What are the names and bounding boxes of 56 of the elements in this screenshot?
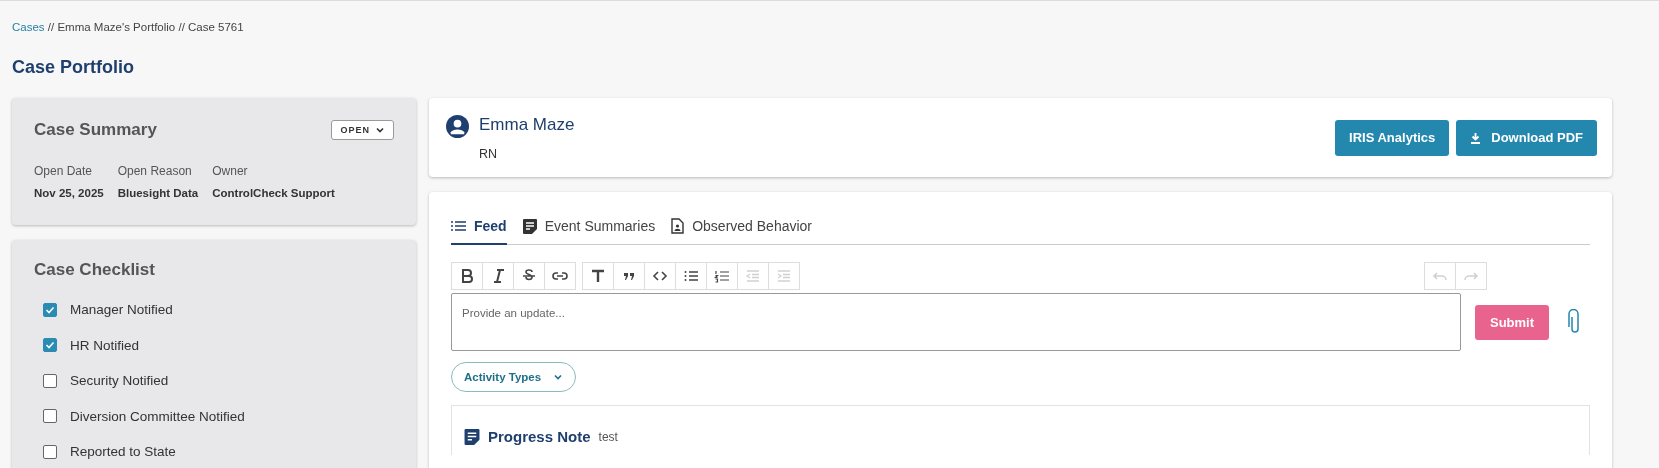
checkbox-label: HR Notified (70, 337, 140, 353)
field-label: Open Reason (117, 164, 193, 178)
analytics-button[interactable]: IRIS Analytics (1335, 119, 1450, 156)
breadcrumb: Cases // Emma Maze's Portfolio // Case 5761 (12, 21, 245, 33)
chevron-down-icon (375, 125, 385, 135)
status-dropdown[interactable]: OPEN (331, 120, 394, 140)
checkbox[interactable] (43, 373, 57, 388)
list-icon (451, 220, 466, 232)
note-icon (464, 428, 480, 445)
outdent-icon (744, 267, 762, 285)
card-title: Case Checklist (34, 260, 156, 280)
breadcrumb-link[interactable]: Cases (12, 21, 45, 33)
checkbox[interactable] (43, 444, 57, 459)
text-button[interactable] (582, 262, 614, 290)
field-label: Open Date (34, 164, 94, 178)
card-title: Case Summary (34, 120, 157, 140)
link-button[interactable] (544, 262, 576, 290)
checkbox[interactable] (43, 338, 57, 353)
entry-note: test (598, 429, 618, 444)
activity-types-dropdown[interactable]: Activity Types (451, 362, 577, 392)
italic-button[interactable] (482, 262, 514, 290)
note-icon (522, 218, 537, 234)
chevron-down-icon (553, 372, 564, 382)
tab[interactable]: Event Summaries (522, 218, 656, 245)
paperclip-icon[interactable] (1568, 309, 1582, 335)
field-value: Nov 25, 2025 (34, 187, 104, 199)
quote-button[interactable] (613, 262, 645, 290)
download-button[interactable]: Download PDF (1456, 119, 1597, 156)
bulleted-list-button[interactable] (675, 262, 707, 290)
checkbox-label: Diversion Committee Notified (70, 408, 245, 424)
field-label: Owner (212, 164, 249, 178)
person-role: RN (479, 146, 499, 161)
submit-button[interactable]: Submit (1475, 304, 1549, 340)
checkbox-label: Manager Notified (70, 302, 173, 318)
user-avatar-icon (446, 114, 469, 138)
page-title: Case Portfolio (12, 57, 136, 78)
checkbox[interactable] (43, 302, 57, 317)
checkbox[interactable] (43, 409, 57, 424)
document-person-icon (671, 218, 685, 234)
checkmark-icon (45, 340, 55, 351)
checkbox-label: Security Notified (70, 373, 169, 389)
indent-icon (775, 267, 793, 285)
person-name: Emma Maze (479, 114, 575, 134)
checkmark-icon (45, 304, 55, 315)
update-field[interactable]: Provide an update... (451, 293, 1461, 351)
field-value: ControlCheck Support (212, 187, 335, 199)
checkbox-label: Reported to State (70, 444, 176, 460)
text-icon (589, 267, 607, 285)
strikethrough-button[interactable] (513, 262, 545, 290)
field-value: Bluesight Data (117, 187, 199, 199)
numbered-list-button[interactable] (706, 262, 738, 290)
download-icon (1470, 131, 1482, 144)
entry-title: Progress Note (488, 428, 591, 445)
tab[interactable]: Feed (451, 218, 507, 245)
tab[interactable]: Observed Behavior (671, 218, 812, 245)
bold-button[interactable] (451, 262, 483, 290)
